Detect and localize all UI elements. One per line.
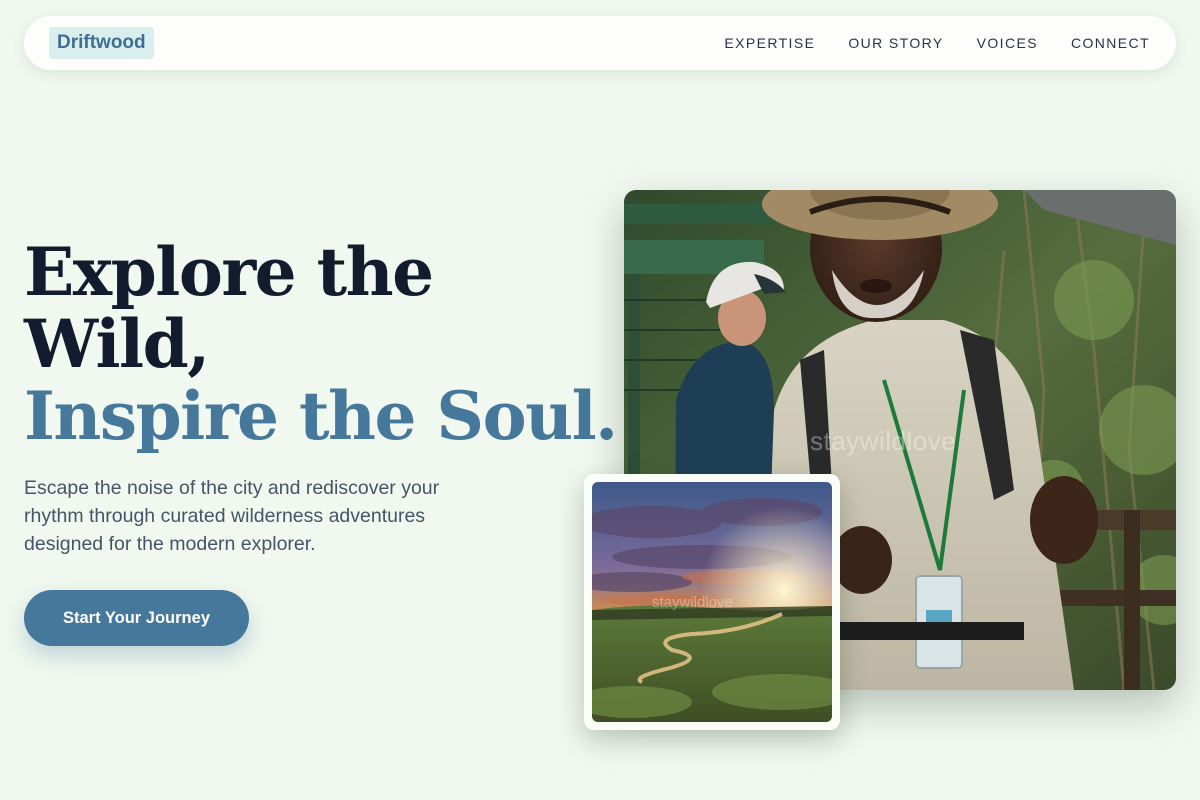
hero-headline: Explore the Wild, Inspire the Soul.	[24, 233, 618, 455]
sunset-photo: staywildlove	[592, 482, 832, 722]
headline-line-1: Explore the	[24, 233, 434, 311]
headline-accent: Inspire the Soul.	[24, 377, 618, 455]
sunset-photo-card: staywildlove	[584, 474, 840, 730]
brand-logo[interactable]: Driftwood	[49, 27, 154, 59]
nav-links: EXPERTISE OUR STORY VOICES CONNECT	[724, 33, 1150, 53]
start-journey-button[interactable]: Start Your Journey	[24, 590, 249, 646]
nav-link-expertise[interactable]: EXPERTISE	[724, 33, 815, 53]
nav-link-our-story[interactable]: OUR STORY	[848, 33, 943, 53]
top-navbar: Driftwood EXPERTISE OUR STORY VOICES CON…	[24, 16, 1176, 70]
hero-subtitle: Escape the noise of the city and redisco…	[24, 477, 440, 555]
headline-line-2: Wild,	[24, 305, 210, 383]
nav-link-connect[interactable]: CONNECT	[1071, 33, 1150, 53]
nav-link-voices[interactable]: VOICES	[977, 33, 1038, 53]
sunset-photo-illustration	[592, 482, 832, 722]
